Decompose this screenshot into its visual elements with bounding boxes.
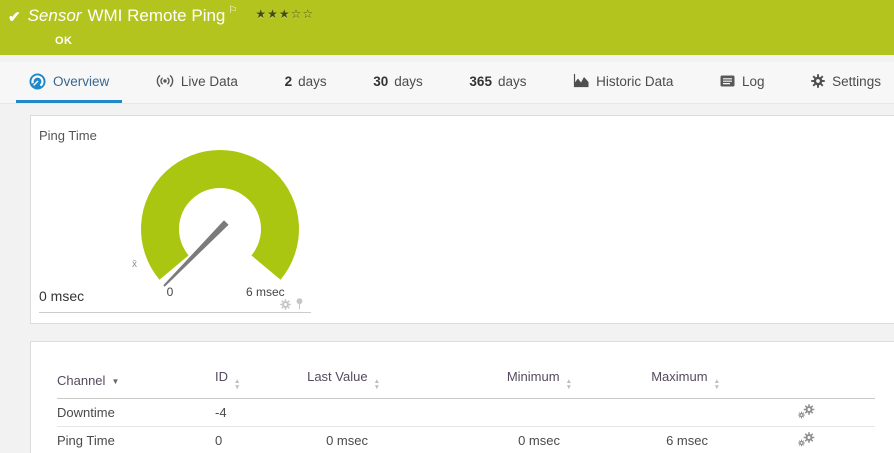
tab-label: days — [497, 73, 527, 89]
tab-overview[interactable]: Overview — [16, 62, 123, 103]
broadcast-icon — [156, 75, 174, 87]
sort-toggle-icon: ▲ ▼ — [565, 378, 572, 392]
gauge-icon — [29, 73, 46, 89]
area-chart-icon — [574, 74, 589, 88]
gauge-current-value: 0 msec — [39, 288, 85, 304]
column-header-last-value[interactable]: Last Value ▲ ▼ — [305, 369, 380, 400]
stars-filled: ★★★ — [255, 7, 291, 21]
column-header-minimum[interactable]: Minimum ▲ ▼ — [380, 369, 572, 400]
cell-channel: Ping Time — [57, 426, 215, 453]
tab-label: days — [394, 73, 423, 89]
column-label: Maximum — [651, 369, 708, 384]
gauge-settings-gear-icon[interactable] — [280, 299, 291, 310]
column-header-maximum[interactable]: Maximum ▲ ▼ — [572, 369, 720, 400]
table-row: Ping Time 0 0 msec 0 msec 6 msec — [57, 426, 875, 453]
channel-table-panel: Channel ▼ ID ▲ ▼ Last Value ▲ ▼ Minimum ▲ ▼ Max… — [30, 341, 894, 453]
tab-number: 365 — [469, 73, 492, 89]
cell-last-value — [305, 398, 380, 428]
gauge-max-label: 6 msec — [246, 285, 285, 299]
column-label: Last Value — [307, 369, 368, 384]
gauge-average-marker-label: x̄ — [132, 259, 137, 270]
cell-maximum: 6 msec — [572, 426, 720, 453]
tab-live-data[interactable]: Live Data — [143, 62, 251, 103]
tab-365-days[interactable]: 365 days — [456, 62, 539, 103]
flag-icon[interactable]: ⚐ — [228, 5, 237, 16]
tab-label: Live Data — [180, 73, 238, 89]
channel-settings-icon[interactable] — [798, 432, 815, 450]
cell-minimum — [380, 398, 572, 428]
table-row: Downtime -4 — [57, 398, 875, 428]
content-area: Ping Time x̄ 0 6 msec 0 msec Channel ▼ I… — [0, 104, 894, 453]
status-badge: OK — [55, 35, 73, 47]
gauge-min-label: 0 — [166, 285, 174, 299]
cell-channel: Downtime — [57, 398, 215, 428]
sensor-kind-label: Sensor — [27, 6, 82, 25]
gauge-divider — [39, 312, 311, 313]
gauge-panel-title: Ping Time — [39, 128, 97, 143]
cell-maximum — [572, 398, 720, 428]
sensor-title: WMI Remote Ping — [87, 6, 226, 25]
tab-30-days[interactable]: 30 days — [360, 62, 436, 103]
column-label: ID — [215, 369, 228, 384]
channel-settings-icon[interactable] — [798, 404, 815, 422]
stars-empty: ☆☆ — [290, 7, 315, 21]
tab-2-days[interactable]: 2 days — [272, 62, 340, 103]
pin-icon[interactable] — [295, 298, 304, 310]
column-header-id[interactable]: ID ▲ ▼ — [215, 369, 305, 400]
cell-minimum: 0 msec — [380, 426, 572, 453]
column-label: Channel — [57, 372, 106, 388]
tab-settings[interactable]: Settings — [798, 62, 894, 103]
log-list-icon — [720, 75, 735, 87]
cell-id: -4 — [215, 398, 305, 428]
cell-last-value: 0 msec — [305, 426, 380, 453]
channel-table: Channel ▼ ID ▲ ▼ Last Value ▲ ▼ Minimum ▲ ▼ Max… — [57, 369, 875, 453]
sort-toggle-icon: ▲ ▼ — [234, 378, 241, 392]
tab-bar: Overview Live Data 2 days 30 days 365 da… — [0, 62, 894, 104]
gear-icon — [811, 74, 825, 88]
status-check-icon: ✔ — [8, 9, 21, 26]
tab-label: Log — [742, 73, 765, 89]
sensor-header: ✔ Sensor WMI Remote Ping ⚐ ★★★☆☆ OK — [0, 0, 894, 55]
sort-desc-icon: ▼ — [111, 376, 120, 386]
column-header-settings — [720, 369, 875, 400]
tab-label: Historic Data — [596, 73, 674, 89]
column-label: Minimum — [506, 369, 560, 384]
ping-time-gauge-panel: Ping Time x̄ 0 6 msec 0 msec — [30, 115, 894, 324]
column-header-channel[interactable]: Channel ▼ — [57, 369, 215, 400]
priority-stars[interactable]: ★★★☆☆ — [255, 7, 314, 21]
tab-label: Overview — [53, 73, 110, 89]
tab-historic-data[interactable]: Historic Data — [560, 62, 686, 103]
tab-label: Settings — [832, 73, 881, 89]
gauge-ring — [141, 149, 299, 280]
table-header-row: Channel ▼ ID ▲ ▼ Last Value ▲ ▼ Minimum ▲ ▼ Max… — [57, 369, 875, 400]
tab-log[interactable]: Log — [707, 62, 778, 103]
tab-label: days — [298, 73, 327, 89]
sort-toggle-icon: ▲ ▼ — [713, 378, 720, 392]
cell-id: 0 — [215, 426, 305, 453]
tab-number: 30 — [373, 73, 389, 89]
tab-number: 2 — [284, 73, 293, 89]
sort-toggle-icon: ▲ ▼ — [373, 378, 380, 392]
